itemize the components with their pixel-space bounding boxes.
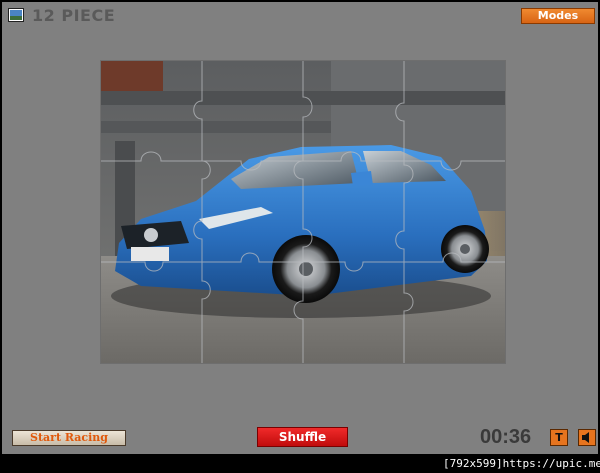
puzzle-title: 12 PIECE — [32, 6, 116, 25]
start-racing-button[interactable]: Start Racing — [12, 430, 126, 446]
bottom-bar: Start Racing Shuffle 00:36 T — [2, 422, 598, 454]
puzzle-image — [101, 61, 505, 363]
top-bar: 12 PIECE Modes — [2, 2, 598, 30]
timer-display: 00:36 — [480, 426, 532, 448]
t-button[interactable]: T — [550, 429, 568, 446]
picture-icon — [8, 8, 24, 22]
watermark-text: [792x599]https://upic.me/ — [443, 454, 600, 473]
speaker-icon[interactable] — [578, 429, 596, 446]
shuffle-button[interactable]: Shuffle — [257, 427, 348, 447]
game-frame: 12 PIECE Modes Start Racing Shuffle 00:3… — [2, 2, 598, 454]
puzzle-board[interactable] — [100, 60, 506, 364]
modes-button[interactable]: Modes — [521, 8, 595, 24]
